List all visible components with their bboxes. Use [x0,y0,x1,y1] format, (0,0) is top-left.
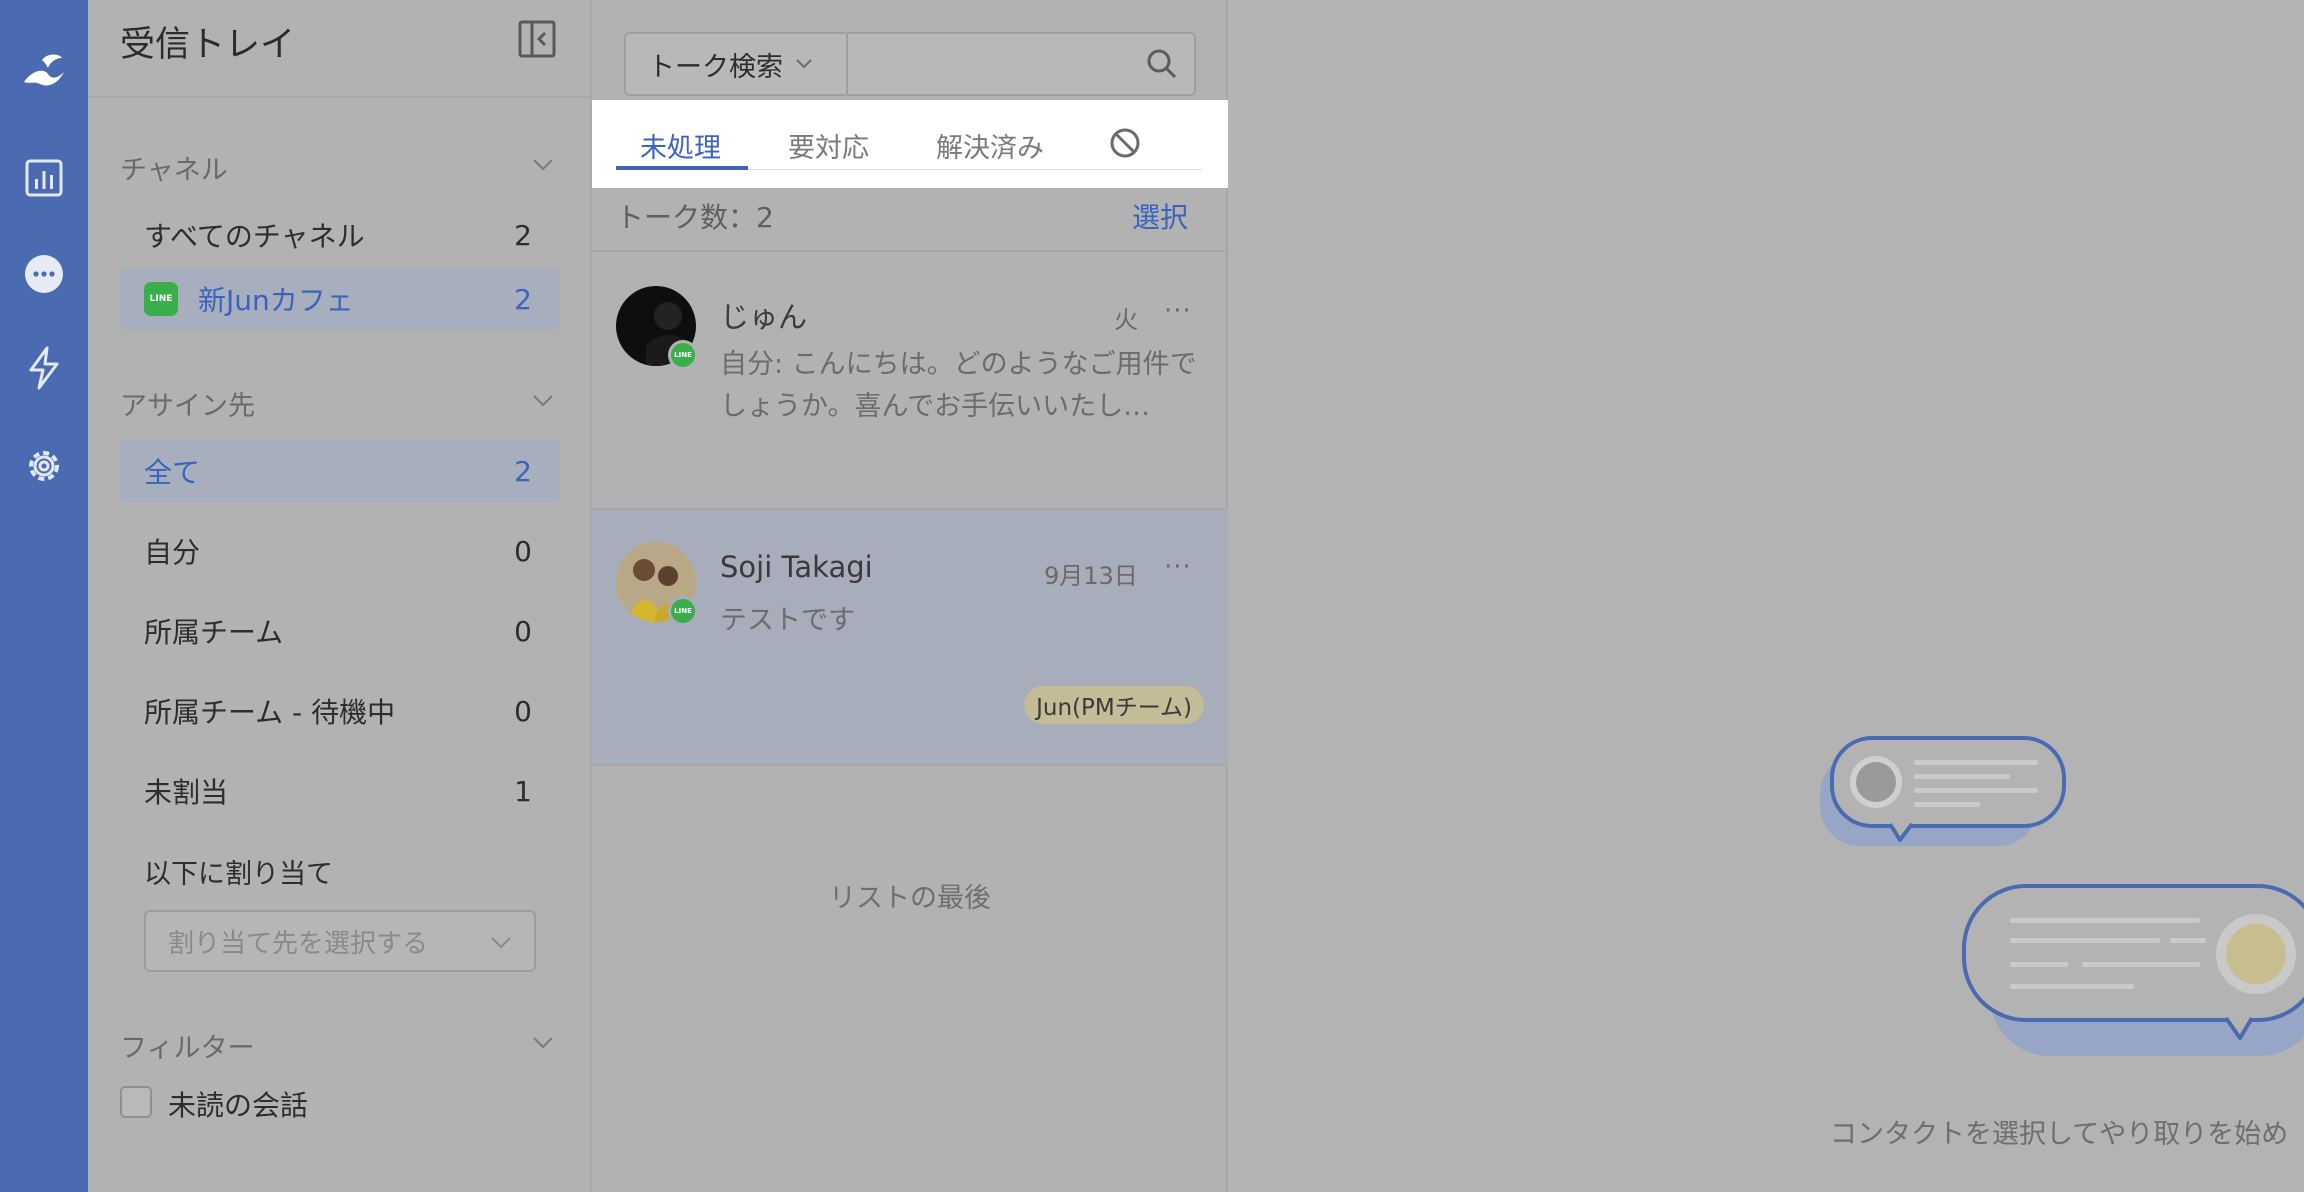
unread-label: 未読の会話 [168,1089,309,1122]
assignees-chevron-icon[interactable] [532,394,554,408]
assignee-item-count: 0 [514,534,532,568]
channel-item-label: 新Junカフェ [198,284,354,317]
filter-heading: フィルター [120,1033,255,1064]
tab-resolved[interactable]: 解決済み [936,126,1044,165]
unread-checkbox[interactable] [120,1086,152,1118]
inbox-sidebar: 受信トレイ チャネル すべてのチャネル 2 LINE 新Junカフェ 2 アサイ… [88,0,592,1192]
filter-chevron-icon[interactable] [532,1036,554,1050]
collapse-sidebar-icon[interactable] [518,20,556,58]
tab-action-required[interactable]: 要対応 [788,126,869,165]
conversation-count: トーク数：2 [616,201,774,234]
channel-item-label: すべてのチャネル [144,220,365,253]
conversation-detail-empty: コンタクトを選択してやり取りを始め [1228,0,2304,1192]
conversation-item[interactable]: LINE じゅん 火 ··· 自分: こんにちは。どのようなご用件でしょうか。喜… [592,254,1228,510]
active-tab-underline [616,166,748,170]
message-preview: テストです [720,605,855,636]
message-time: 火 [1114,306,1138,334]
assignee-item-me[interactable]: 自分 0 [120,520,560,582]
assign-to-select[interactable]: 割り当て先を選択する [144,910,536,972]
assignee-item-label: 未割当 [144,776,229,809]
message-time: 9月13日 [1044,562,1138,590]
assignee-tag: Jun(PMチーム) [1024,686,1204,724]
assignee-item-label: 全て [144,456,201,489]
assignee-item-count: 0 [514,614,532,648]
conversation-item[interactable]: LINE Soji Takagi 9月13日 ··· テストです Jun(PMチ… [592,510,1228,766]
assignee-item-label: 自分 [144,536,201,569]
assignee-item-team[interactable]: 所属チーム 0 [120,600,560,662]
sidebar-divider [88,96,592,98]
settings-gear-icon[interactable] [18,440,70,492]
status-tabs: 未処理 要対応 解決済み [592,100,1228,188]
channel-item-jun-cafe[interactable]: LINE 新Junカフェ 2 [120,268,560,330]
list-toolbar: トーク数：2 選択 [592,188,1228,252]
list-end-label: リストの最後 [829,883,991,914]
channels-chevron-icon[interactable] [532,158,554,172]
assign-to-label: 以下に割り当て [144,859,333,890]
nav-rail [0,0,88,1192]
select-button[interactable]: 選択 [1132,196,1188,236]
empty-state-text: コンタクトを選択してやり取りを始め [1830,1119,2289,1150]
search-bar: トーク検索 [624,32,1196,96]
line-icon: LINE [144,282,178,316]
chevron-down-icon [491,937,511,949]
search-input[interactable] [850,34,1130,94]
assignees-heading: アサイン先 [120,391,255,422]
automation-icon[interactable] [18,342,70,394]
search-icon[interactable] [1142,46,1182,82]
search-type-select[interactable]: トーク検索 [626,34,848,94]
channels-heading: チャネル [120,155,228,186]
channel-item-count: 2 [514,282,532,316]
chat-icon[interactable] [18,248,70,300]
assignee-item-count: 1 [514,774,532,808]
sidebar-title: 受信トレイ [120,25,296,65]
channel-item-all[interactable]: すべてのチャネル 2 [120,204,560,266]
tab-blocked-icon[interactable] [1108,126,1142,160]
assign-to-placeholder: 割り当て先を選択する [168,928,429,959]
assignee-item-label: 所属チーム [144,616,284,649]
search-type-label: トーク検索 [648,51,783,83]
contact-name: じゅん [720,300,808,334]
tab-unprocessed[interactable]: 未処理 [640,126,721,165]
assignee-item-unassigned[interactable]: 未割当 1 [120,760,560,822]
app-logo-icon[interactable] [18,44,70,96]
contact-name: Soji Takagi [720,550,873,584]
conversation-list-panel: トーク検索 未処理 要対応 解決済み トーク数：2 選択 LINE じゅん 火 … [592,0,1228,1192]
empty-chat-illustration [1820,736,2304,1056]
analytics-icon[interactable] [18,152,70,204]
message-preview: 自分: こんにちは。どのようなご用件でしょうか。喜んでお手伝いいたし… [720,349,1197,422]
assignee-item-team-waiting[interactable]: 所属チーム - 待機中 0 [120,680,560,742]
assignee-item-all[interactable]: 全て 2 [120,440,560,502]
chevron-down-icon [796,59,812,69]
line-icon: LINE [668,340,698,370]
assignee-item-label: 所属チーム - 待機中 [144,696,396,729]
more-options-icon[interactable]: ··· [1164,552,1192,582]
assignee-item-count: 2 [514,454,532,488]
line-icon: LINE [668,596,698,626]
assignee-item-count: 0 [514,694,532,728]
channel-item-count: 2 [514,218,532,252]
more-options-icon[interactable]: ··· [1164,296,1192,326]
